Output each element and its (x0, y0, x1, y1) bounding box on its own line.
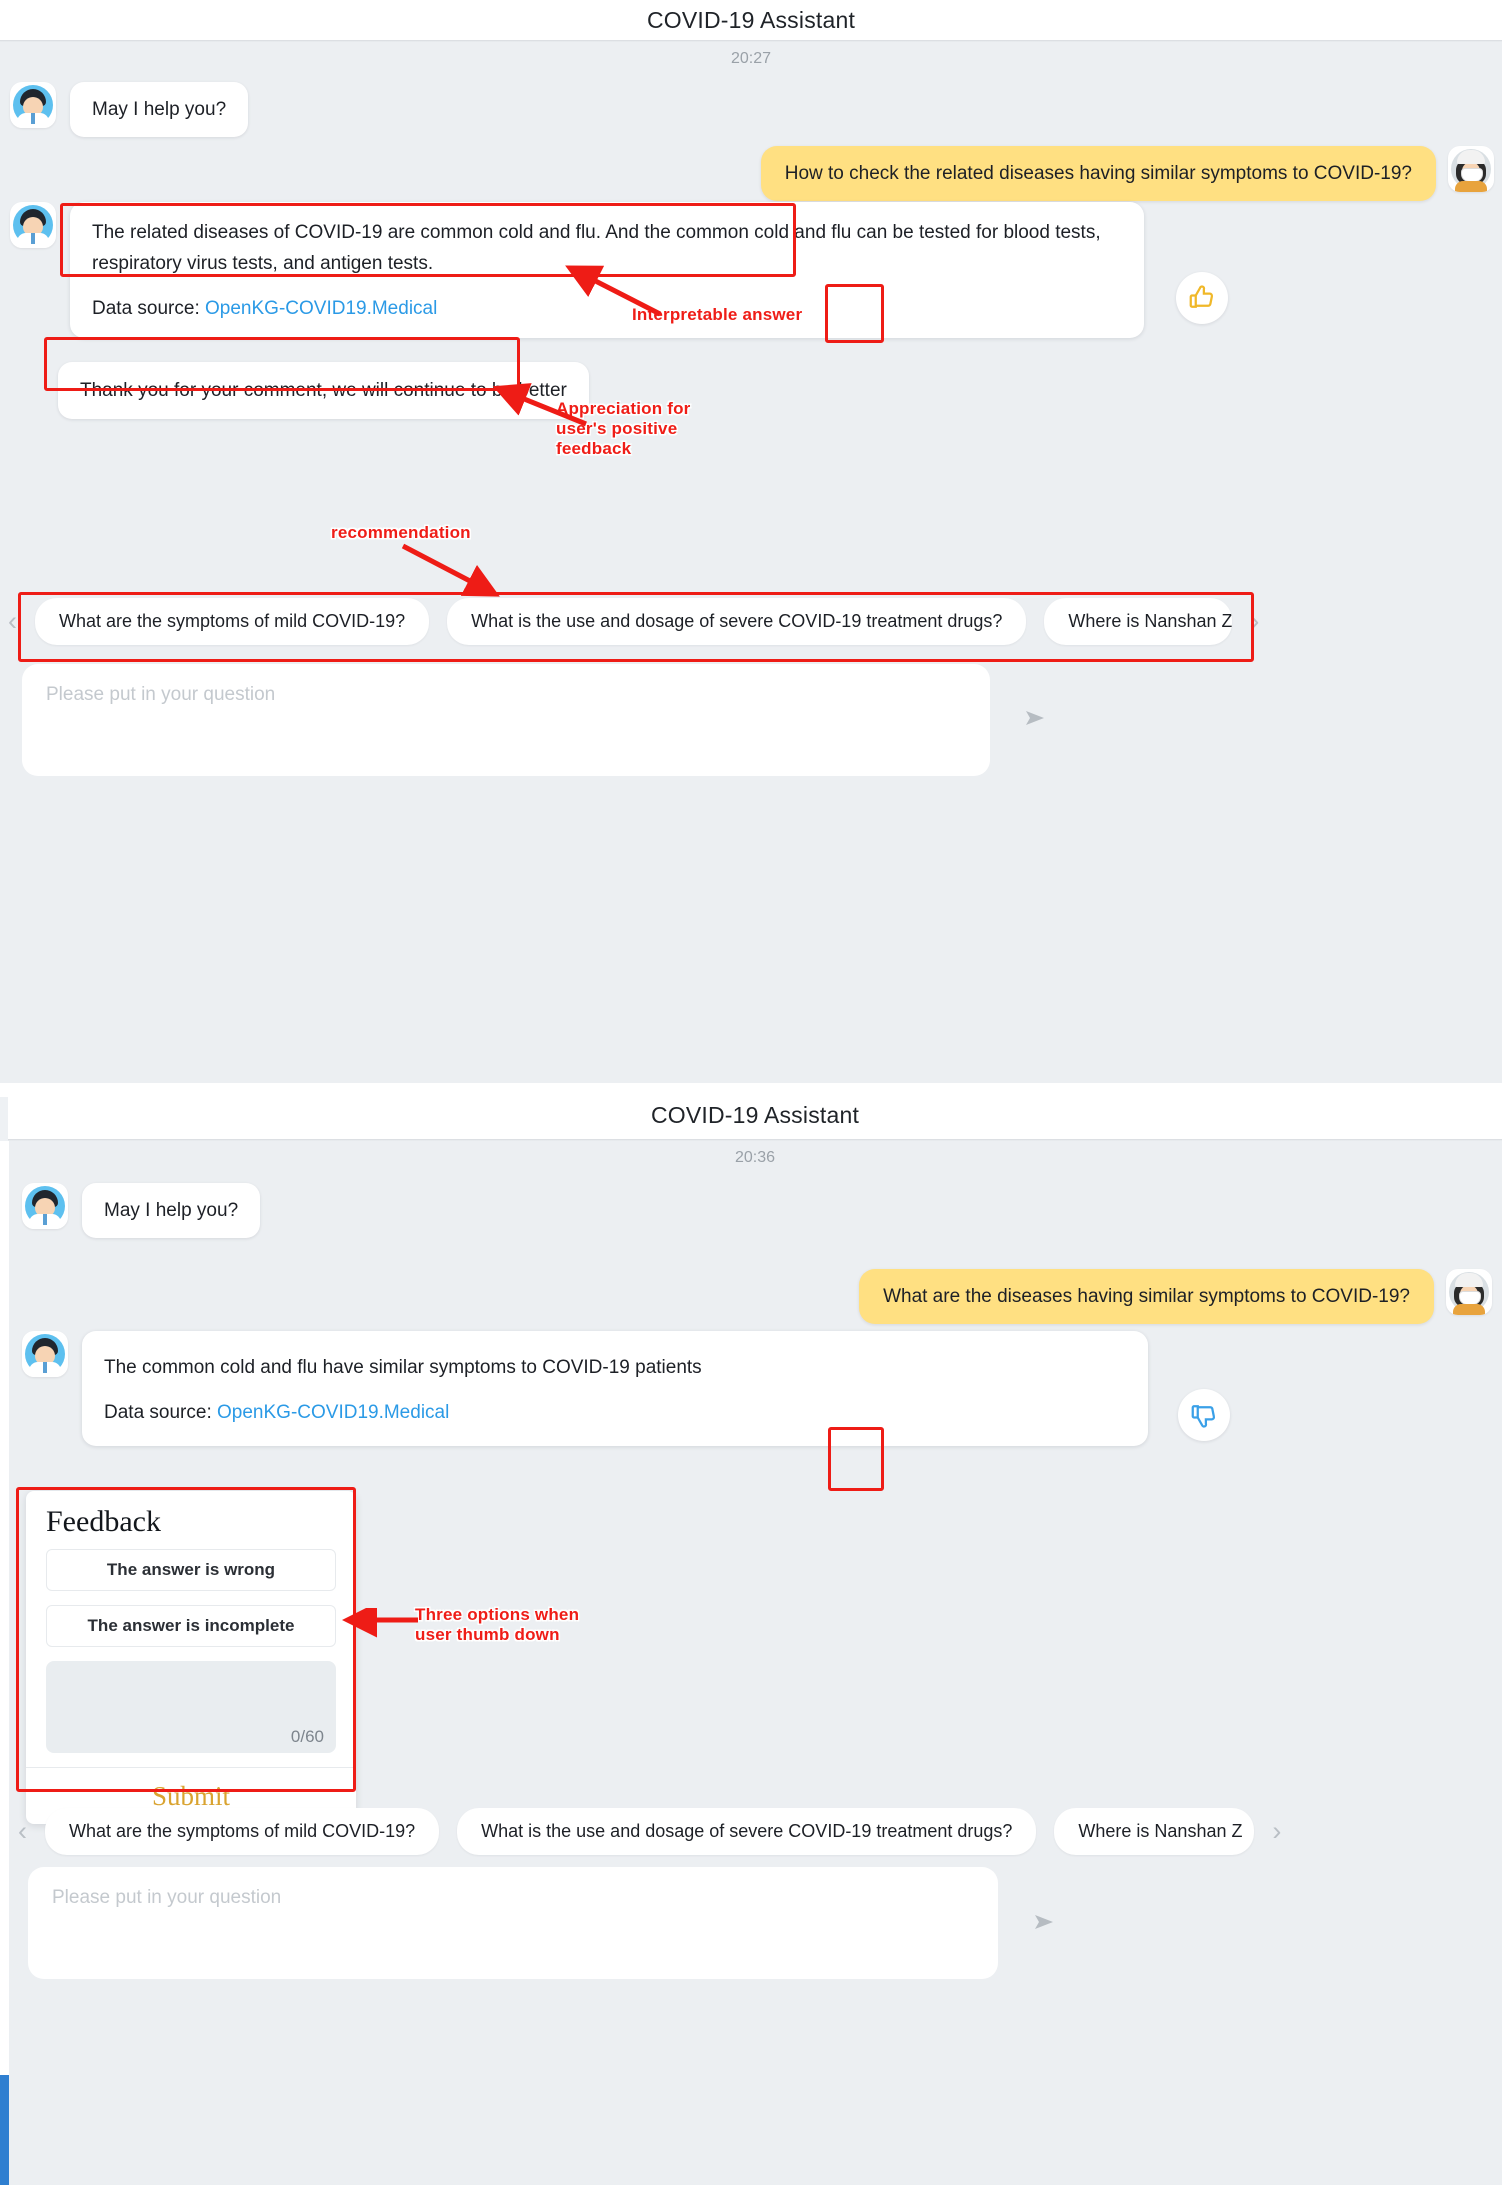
data-source-label: Data source: (104, 1401, 212, 1423)
thumbs-up-button[interactable] (1176, 272, 1228, 324)
bot-message-bubble: May I help you? (70, 82, 249, 138)
left-edge-accent-bar (0, 2075, 9, 2185)
user-message-bubble: How to check the related diseases having… (760, 146, 1436, 202)
message-row-thankyou: Thank you for your comment, we will cont… (58, 362, 589, 420)
bot-answer-text: The related diseases of COVID-19 are com… (92, 222, 1101, 274)
titlebar-1: COVID-19 Assistant (0, 0, 1502, 40)
bot-answer-card: The related diseases of COVID-19 are com… (70, 202, 1144, 338)
chat-screen-2: COVID-19 Assistant 20:36 May I help you?… (0, 1083, 1502, 2185)
bot-avatar (22, 1331, 68, 1377)
message-row-bot-greeting: May I help you? (10, 82, 249, 138)
user-avatar (1448, 146, 1494, 192)
user-avatar (1446, 1269, 1492, 1315)
chat-message-list-2[interactable]: 20:36 May I help you? What are the disea… (8, 1141, 1502, 2185)
feedback-title: Feedback (46, 1505, 161, 1538)
send-icon (1026, 711, 1044, 725)
message-input-placeholder: Please put in your question (46, 684, 276, 705)
send-button-1[interactable] (1012, 695, 1058, 741)
chat-message-list-1[interactable]: 20:27 May I help you? How to check the r… (0, 42, 1502, 1083)
data-source-link[interactable]: OpenKG-COVID19.Medical (205, 298, 437, 319)
chat-screen-1: COVID-19 Assistant 20:27 May I help you?… (0, 0, 1502, 1083)
bot-avatar (10, 82, 56, 128)
bot-answer-text: The common cold and flu have similar sym… (104, 1357, 702, 1378)
suggestion-chip[interactable]: What are the symptoms of mild COVID-19? (35, 598, 430, 645)
thumbs-up-icon (1189, 285, 1214, 308)
feedback-option-wrong[interactable]: The answer is wrong (46, 1549, 336, 1591)
chips-prev-arrow-icon[interactable]: ‹ (8, 608, 17, 635)
message-input-placeholder: Please put in your question (52, 1887, 282, 1908)
send-icon (1035, 1915, 1053, 1929)
feedback-panel: Feedback The answer is wrong The answer … (26, 1491, 356, 1824)
titlebar-2: COVID-19 Assistant (8, 1091, 1502, 1139)
feedback-comment-input[interactable]: 0/60 (46, 1661, 336, 1753)
conversation-timestamp: 20:36 (734, 1149, 776, 1166)
annotation-label-recommendation: recommendation (331, 523, 471, 542)
data-source-line: Data source: OpenKG-COVID19.Medical (92, 298, 1122, 320)
feedback-option-incomplete[interactable]: The answer is incomplete (46, 1605, 336, 1647)
user-message-bubble: What are the diseases having similar sym… (859, 1269, 1434, 1325)
suggestion-chip[interactable]: What is the use and dosage of severe COV… (447, 598, 1027, 645)
bot-message-bubble: May I help you? (82, 1183, 261, 1239)
data-source-link[interactable]: OpenKG-COVID19.Medical (217, 1402, 449, 1423)
page-title: COVID-19 Assistant (646, 7, 856, 33)
message-row-bot-greeting: May I help you? (22, 1183, 261, 1239)
annotation-label-appreciation: Appreciation for user's positive feedbac… (556, 399, 691, 459)
thumbs-down-icon (1191, 1405, 1216, 1428)
message-row-bot-answer: The common cold and flu have similar sym… (22, 1331, 1230, 1446)
left-edge-strip (0, 1141, 9, 2075)
suggestion-chips-row-1[interactable]: ‹ What are the symptoms of mild COVID-19… (8, 598, 1494, 645)
bot-answer-card: The common cold and flu have similar sym… (82, 1331, 1148, 1446)
message-row-user-question: What are the diseases having similar sym… (392, 1269, 1492, 1325)
send-button-2[interactable] (1021, 1899, 1067, 1945)
bot-avatar (22, 1183, 68, 1229)
bot-thankyou-bubble: Thank you for your comment, we will cont… (58, 362, 589, 420)
message-input-2[interactable]: Please put in your question (28, 1867, 998, 1979)
data-source-label: Data source: (92, 297, 200, 319)
annotation-label-interpretable-answer: Interpretable answer (632, 305, 803, 324)
annotation-label-three-options: Three options when user thumb down (415, 1605, 580, 1645)
message-input-1[interactable]: Please put in your question (22, 664, 990, 776)
suggestion-chip[interactable]: What are the symptoms of mild COVID-19? (45, 1808, 440, 1855)
chips-next-arrow-icon[interactable]: › (1250, 608, 1259, 635)
chips-next-arrow-icon[interactable]: › (1272, 1818, 1281, 1845)
thumbs-down-button[interactable] (1178, 1389, 1230, 1441)
page-title: COVID-19 Assistant (650, 1102, 860, 1128)
data-source-line: Data source: OpenKG-COVID19.Medical (104, 1402, 1126, 1424)
suggestion-chip[interactable]: What is the use and dosage of severe COV… (457, 1808, 1037, 1855)
feedback-char-counter: 0/60 (290, 1727, 324, 1746)
message-row-user-question: How to check the related diseases having… (394, 146, 1494, 202)
suggestion-chip[interactable]: Where is Nanshan Z (1054, 1808, 1255, 1855)
message-row-bot-answer: The related diseases of COVID-19 are com… (10, 202, 1228, 338)
bot-avatar (10, 202, 56, 248)
conversation-timestamp: 20:27 (730, 50, 772, 67)
chips-prev-arrow-icon[interactable]: ‹ (18, 1818, 27, 1845)
suggestion-chip[interactable]: Where is Nanshan Z (1044, 598, 1233, 645)
suggestion-chips-row-2[interactable]: ‹ What are the symptoms of mild COVID-19… (18, 1808, 1498, 1855)
